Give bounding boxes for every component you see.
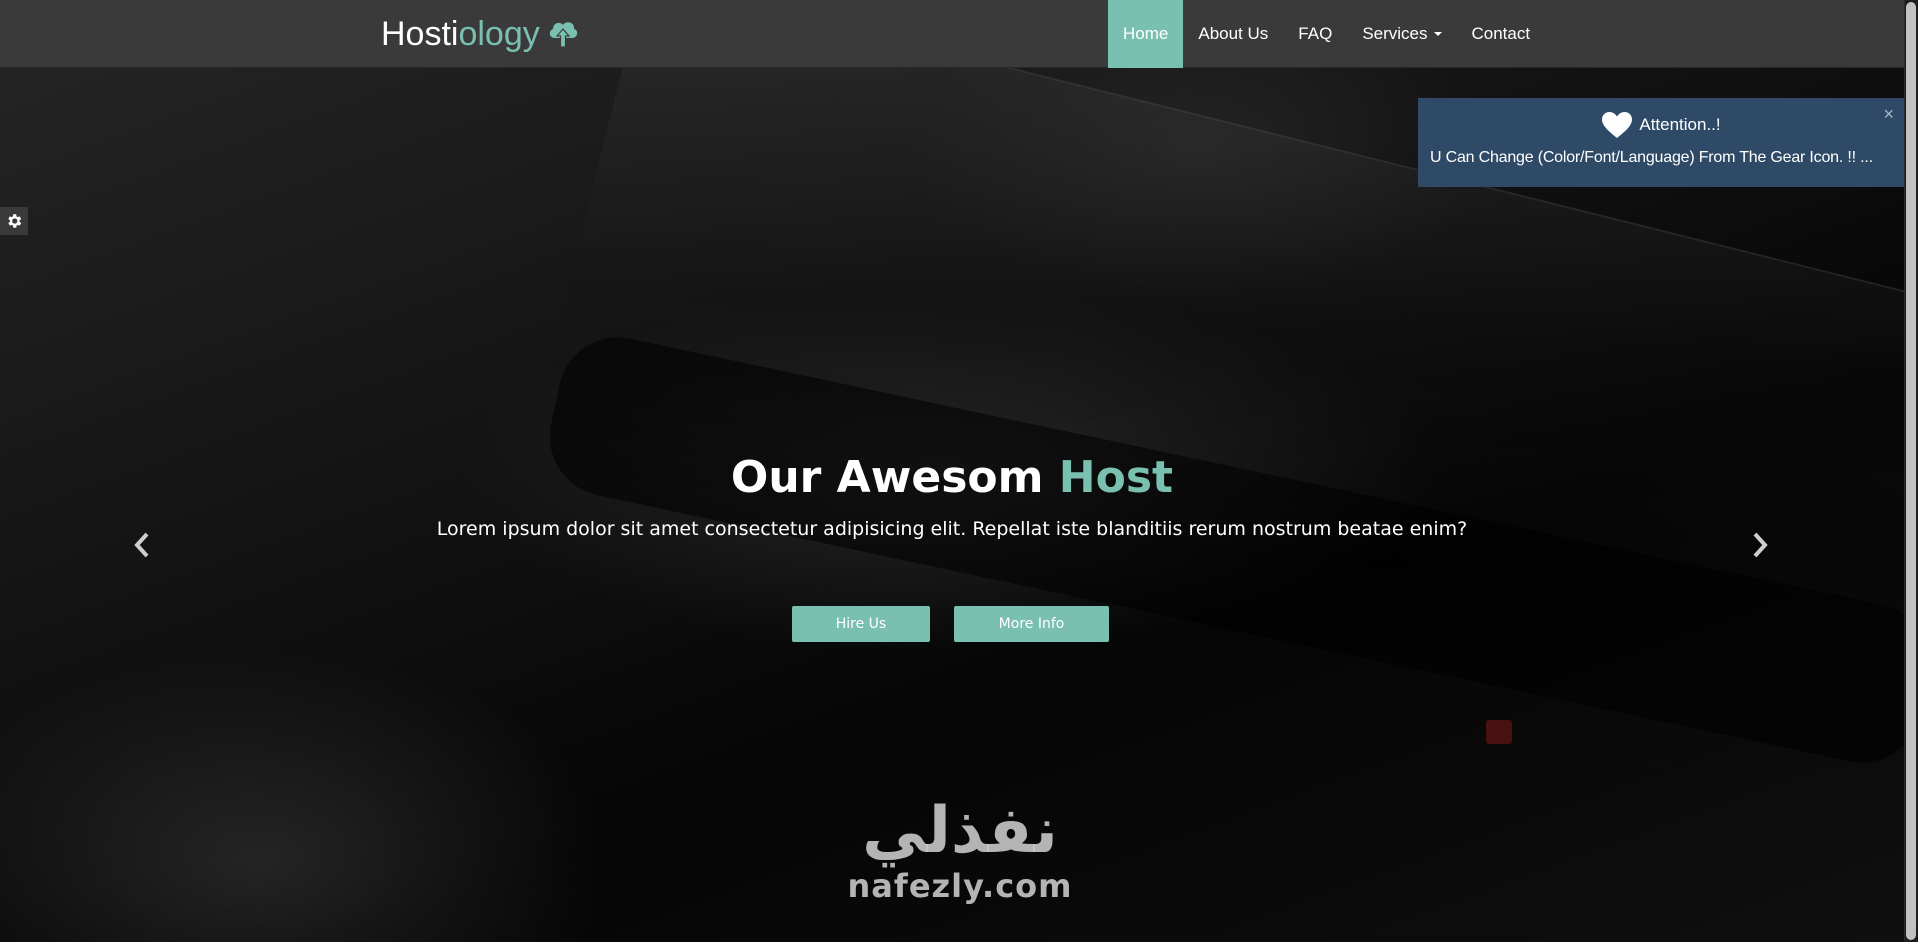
notice-body: U Can Change (Color/Font/Language) From … (1430, 149, 1873, 166)
settings-toggle[interactable] (0, 207, 28, 235)
hero-title: Our Awesom Host (0, 452, 1904, 503)
watermark-latin: nafezly.com (847, 867, 1073, 905)
hire-us-button[interactable]: Hire Us (792, 606, 930, 642)
hero-title-part1: Our Awesom (730, 452, 1059, 503)
nav-item-label: FAQ (1298, 24, 1333, 43)
nav-item-faq[interactable]: FAQ (1283, 0, 1347, 68)
nav-item-services[interactable]: Services (1347, 0, 1456, 68)
watermark-arabic: نفذلي (862, 794, 1058, 868)
nav-item-label: About Us (1198, 24, 1269, 43)
heart-icon (1602, 112, 1633, 138)
nav-item-about-us[interactable]: About Us (1183, 0, 1283, 68)
notice-title: Attention..! (1418, 111, 1904, 139)
navbar: Hosti ology Home About Us FAQ Services Co… (0, 0, 1904, 68)
nav-item-label: Services (1362, 24, 1428, 43)
hero-title-accent: Host (1058, 452, 1174, 503)
cloud-upload-icon (549, 22, 577, 48)
attention-notification: × Attention..! U Can Change (Color/Font/… (1418, 98, 1904, 187)
main-nav: Home About Us FAQ Services Contact (1108, 0, 1545, 68)
page-scrollbar[interactable] (1904, 0, 1918, 942)
nav-item-label: Home (1123, 24, 1169, 43)
brand-name-part2: ology (458, 14, 540, 53)
hero-subtitle: Lorem ipsum dolor sit amet consectetur a… (436, 518, 1468, 540)
watermark-logo: نفذلي nafezly.com (830, 794, 1090, 924)
caret-down-icon (1433, 32, 1442, 36)
more-info-button[interactable]: More Info (954, 606, 1109, 642)
nav-item-label: Contact (1471, 24, 1531, 43)
nav-item-home[interactable]: Home (1108, 0, 1184, 68)
brand-logo[interactable]: Hosti ology (381, 12, 580, 56)
scrollbar-thumb[interactable] (1906, 2, 1916, 940)
gear-icon (8, 214, 22, 228)
background-led (1486, 720, 1512, 744)
nav-item-contact[interactable]: Contact (1457, 0, 1546, 68)
brand-name-part1: Hosti (381, 14, 459, 53)
notice-title-text: Attention..! (1639, 115, 1721, 134)
